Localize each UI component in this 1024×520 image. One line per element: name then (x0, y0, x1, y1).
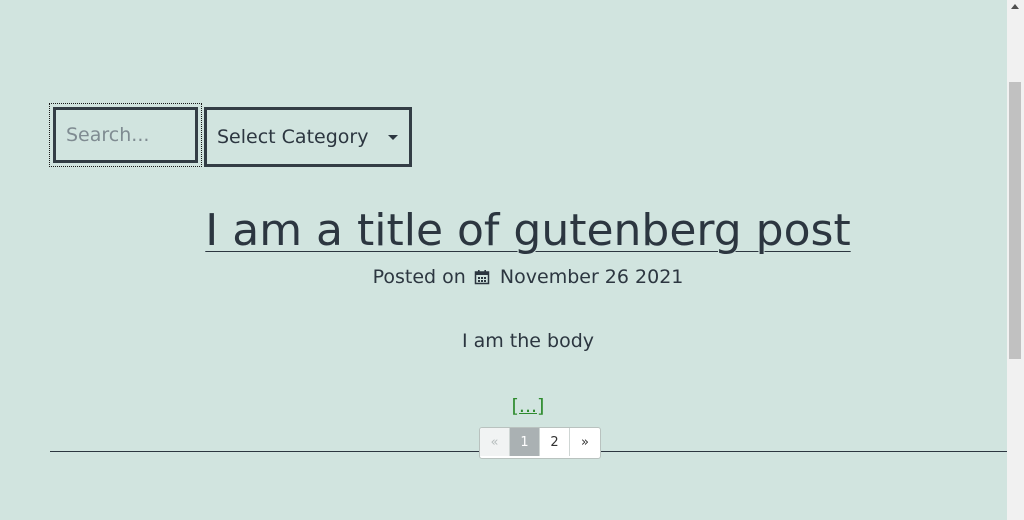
posted-on-label: Posted on (372, 266, 466, 288)
pagination-page-2[interactable]: 2 (540, 428, 570, 456)
chevron-down-icon (388, 135, 398, 140)
search-focus-outline (49, 103, 202, 167)
search-input[interactable] (53, 107, 198, 163)
post-body: I am the body (461, 330, 595, 352)
category-select[interactable]: Select Category (204, 107, 412, 167)
read-more-link[interactable]: [...] (512, 395, 545, 417)
scrollbar-thumb[interactable] (1009, 82, 1021, 359)
read-more: [...] (0, 393, 1024, 419)
pagination-next[interactable]: » (570, 428, 600, 456)
post-title: I am a title of gutenberg post (0, 203, 1024, 259)
calendar-icon (474, 266, 490, 292)
post-date: November 26 2021 (499, 266, 684, 288)
category-select-value: Select Category (217, 126, 369, 148)
post-meta: Posted on November 26 2021 (0, 264, 1024, 292)
page: Select Category I am a title of gutenber… (0, 0, 1007, 520)
pagination-prev[interactable]: « (480, 428, 510, 456)
pagination: « 1 2 » (479, 427, 601, 459)
vertical-scrollbar[interactable] (1007, 0, 1024, 520)
post-title-link[interactable]: I am a title of gutenberg post (205, 205, 850, 256)
arrow-up-icon[interactable] (1011, 4, 1019, 9)
pagination-page-1[interactable]: 1 (510, 428, 540, 456)
